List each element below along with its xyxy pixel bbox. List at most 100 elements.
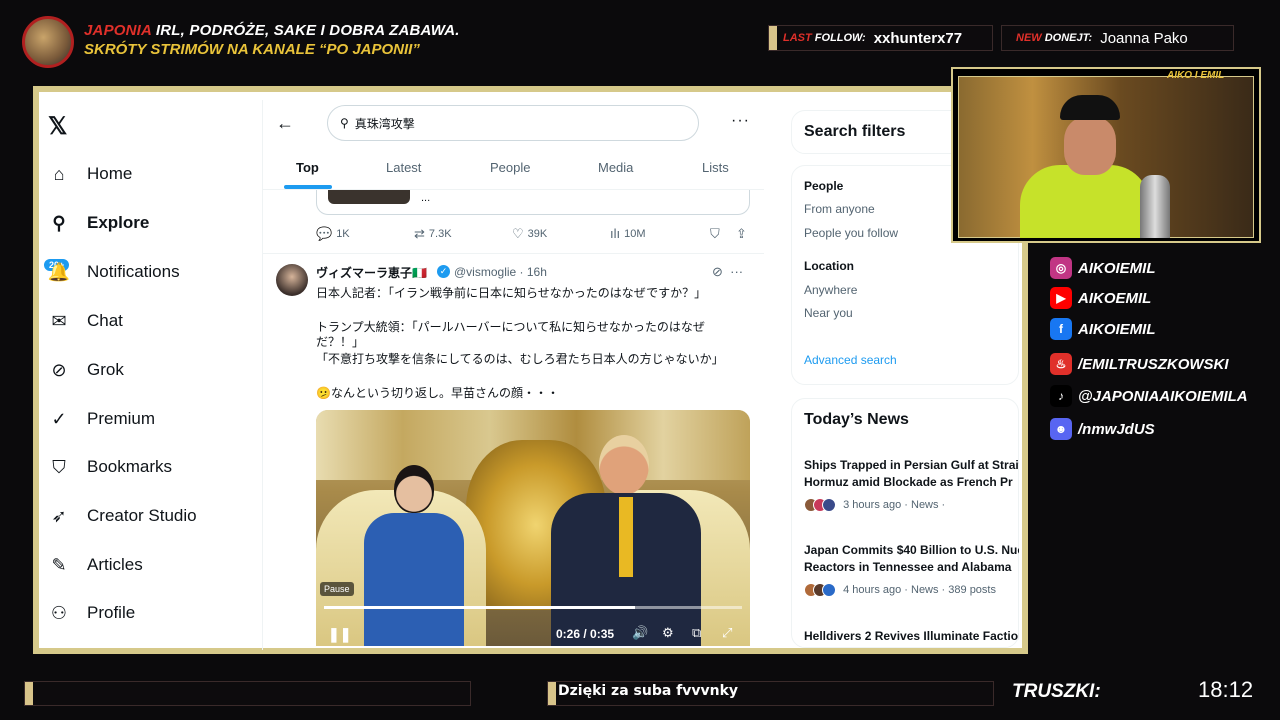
verified-badge-icon: ✓ (437, 265, 450, 278)
filter-anywhere[interactable]: Anywhere (804, 283, 857, 297)
quoted-post-ellipsis: ... (421, 192, 431, 204)
sidebar-item-explore[interactable]: ⚲ Explore (48, 208, 149, 238)
post-text-line: 🫤なんという切り返し。早苗さんの顔・・・ (316, 386, 559, 400)
x-logo-icon[interactable]: 𝕏 (48, 112, 67, 141)
news-item-title[interactable]: Ships Trapped in Persian Gulf at Strait … (804, 457, 1019, 491)
fullscreen-icon[interactable]: ⤢ (722, 625, 732, 641)
social-link: ▶ AIKOEMIL (1050, 287, 1151, 309)
bookmark-icon: ⛉ (52, 456, 66, 477)
filter-near-you[interactable]: Near you (804, 306, 853, 320)
youtube-icon: ▶ (1050, 287, 1072, 309)
overlay-title-rest: IRL, PODRÓŻE, SAKE I DOBRA ZABAWA. (151, 22, 460, 39)
share-button[interactable]: ⇪ (736, 226, 751, 242)
grok-icon: ⊘ (51, 359, 67, 380)
post-video-player[interactable]: Pause ❚❚ 0:26 / 0:35 🔊 ⚙ ⧉ ⤢ (316, 410, 750, 646)
tab-people[interactable]: People (490, 160, 530, 175)
reply-button[interactable]: 💬 1K (316, 226, 350, 242)
video-person-left (364, 465, 464, 646)
profile-icon: ⚇ (50, 602, 68, 623)
sidebar-item-home[interactable]: ⌂ Home (48, 159, 133, 189)
overlay-subtitle: SKRÓTY STRIMÓW NA KANALE “PO JAPONII” (84, 41, 420, 58)
new-donation-value: Joanna Pako (1100, 29, 1188, 47)
sidebar-item-label: Articles (87, 555, 143, 574)
back-arrow-icon[interactable]: ← (276, 113, 294, 134)
share-icon: ⇪ (736, 226, 747, 241)
sidebar-item-grok[interactable]: ⊘ Grok (48, 355, 124, 385)
tab-top[interactable]: Top (296, 160, 319, 175)
tab-latest[interactable]: Latest (386, 160, 421, 175)
last-follow-value: xxhunterx77 (873, 29, 963, 47)
video-time: 0:26 / 0:35 (556, 627, 615, 641)
sidebar-item-chat[interactable]: ✉ Chat (48, 306, 123, 336)
filter-from-anyone[interactable]: From anyone (804, 202, 875, 216)
video-person-right (551, 435, 701, 646)
mail-icon: ✉ (51, 310, 67, 331)
sidebar-item-creator-studio[interactable]: ➶ Creator Studio (48, 501, 196, 531)
views-button[interactable]: ılı 10M (610, 226, 646, 241)
author-avatar[interactable] (276, 264, 308, 296)
news-item-meta: 3 hours ago · News · (804, 498, 945, 512)
sidebar-item-bookmarks[interactable]: ⛉ Bookmarks (48, 452, 172, 482)
articles-icon: ✎ (51, 554, 67, 575)
quoted-post-thumbnail (328, 190, 410, 204)
sidebar-item-label: Chat (87, 311, 123, 330)
social-handle: /EMILTRUSZKOWSKI (1078, 355, 1229, 373)
filter-people-heading: People (804, 179, 844, 193)
todays-news-title: Today’s News (804, 411, 909, 428)
instagram-icon: ◎ (1050, 257, 1072, 279)
pause-tooltip: Pause (320, 582, 354, 596)
post-author-handle[interactable]: @vismoglie · 16h (454, 265, 547, 279)
bell-icon: 🔔 (47, 261, 71, 282)
search-icon: ⚲ (340, 116, 349, 130)
repost-button[interactable]: ⇄ 7.3K (414, 226, 452, 242)
ticker-box-left (24, 681, 471, 706)
premium-icon: ✓ (51, 408, 67, 429)
grok-icon[interactable]: ⊘ (712, 264, 723, 279)
picture-in-picture-icon[interactable]: ⧉ (692, 625, 701, 641)
social-link: f AIKOIEMIL (1050, 318, 1156, 340)
volume-icon[interactable]: 🔊 (632, 625, 648, 641)
filter-people-you-follow[interactable]: People you follow (804, 226, 898, 240)
social-link: ◎ AIKOIEMIL (1050, 257, 1156, 279)
clock: 18:12 (1198, 677, 1254, 702)
sidebar-item-premium[interactable]: ✓ Premium (48, 404, 155, 434)
bookmark-post-button[interactable]: ⛉ (710, 226, 724, 242)
sidebar-item-notifications[interactable]: 🔔 Notifications (48, 257, 180, 287)
post-text-line: 「不意打ち攻撃を信条にしてるのは、むしろ君たち日本人の方じゃないか」 (316, 352, 724, 366)
social-handle: AIKOIEMIL (1078, 320, 1156, 338)
settings-gear-icon[interactable]: ⚙ (662, 625, 674, 641)
tab-media[interactable]: Media (598, 160, 633, 175)
reply-icon: 💬 (316, 226, 333, 241)
more-options-icon[interactable]: ··· (731, 112, 750, 130)
more-options-icon[interactable]: ··· (730, 264, 743, 279)
search-input[interactable]: ⚲ 真珠湾攻撃 (327, 105, 699, 141)
tab-lists[interactable]: Lists (702, 160, 729, 175)
channel-logo (22, 16, 74, 68)
sidebar-item-label: Bookmarks (87, 457, 173, 476)
advanced-search-link[interactable]: Advanced search (804, 353, 897, 367)
bookmark-icon: ⛉ (710, 226, 720, 241)
rocket-icon: ➶ (51, 505, 67, 526)
sidebar-item-label: Grok (87, 360, 124, 379)
flame-icon: ♨ (1050, 353, 1072, 375)
post-author-name[interactable]: ヴィズマーラ恵子🇮🇹 (316, 264, 427, 281)
sidebar-item-label: Notifications (87, 262, 180, 281)
home-icon: ⌂ (53, 163, 65, 184)
new-donation-box: NEW DONEJT: Joanna Pako (1001, 25, 1234, 51)
news-item-title[interactable]: Helldivers 2 Revives Illuminate Faction (804, 628, 1019, 645)
sidebar-item-articles[interactable]: ✎ Articles (48, 550, 143, 580)
truszki-label: TRUSZKI: (1012, 681, 1101, 702)
pause-icon[interactable]: ❚❚ (328, 626, 351, 643)
news-item-title[interactable]: Japan Commits $40 Billion to U.S. Nuclea… (804, 542, 1019, 576)
news-avatars (804, 583, 836, 597)
like-button[interactable]: ♡ 39K (512, 226, 547, 242)
sidebar-item-profile[interactable]: ⚇ Profile (48, 598, 135, 628)
social-handle: @JAPONIAAIKOIEMILA (1078, 387, 1248, 405)
facebook-icon: f (1050, 318, 1072, 340)
overlay-title-red: JAPONIA (84, 22, 152, 39)
social-handle: /nmwJdUS (1078, 420, 1155, 438)
social-link: ♪ @JAPONIAAIKOIEMILA (1050, 385, 1248, 407)
post-menu[interactable]: ⊘ ··· (712, 264, 743, 280)
webcam-label: AIKO I EMIL (1167, 70, 1225, 81)
explore-search-icon: ⚲ (52, 212, 66, 233)
